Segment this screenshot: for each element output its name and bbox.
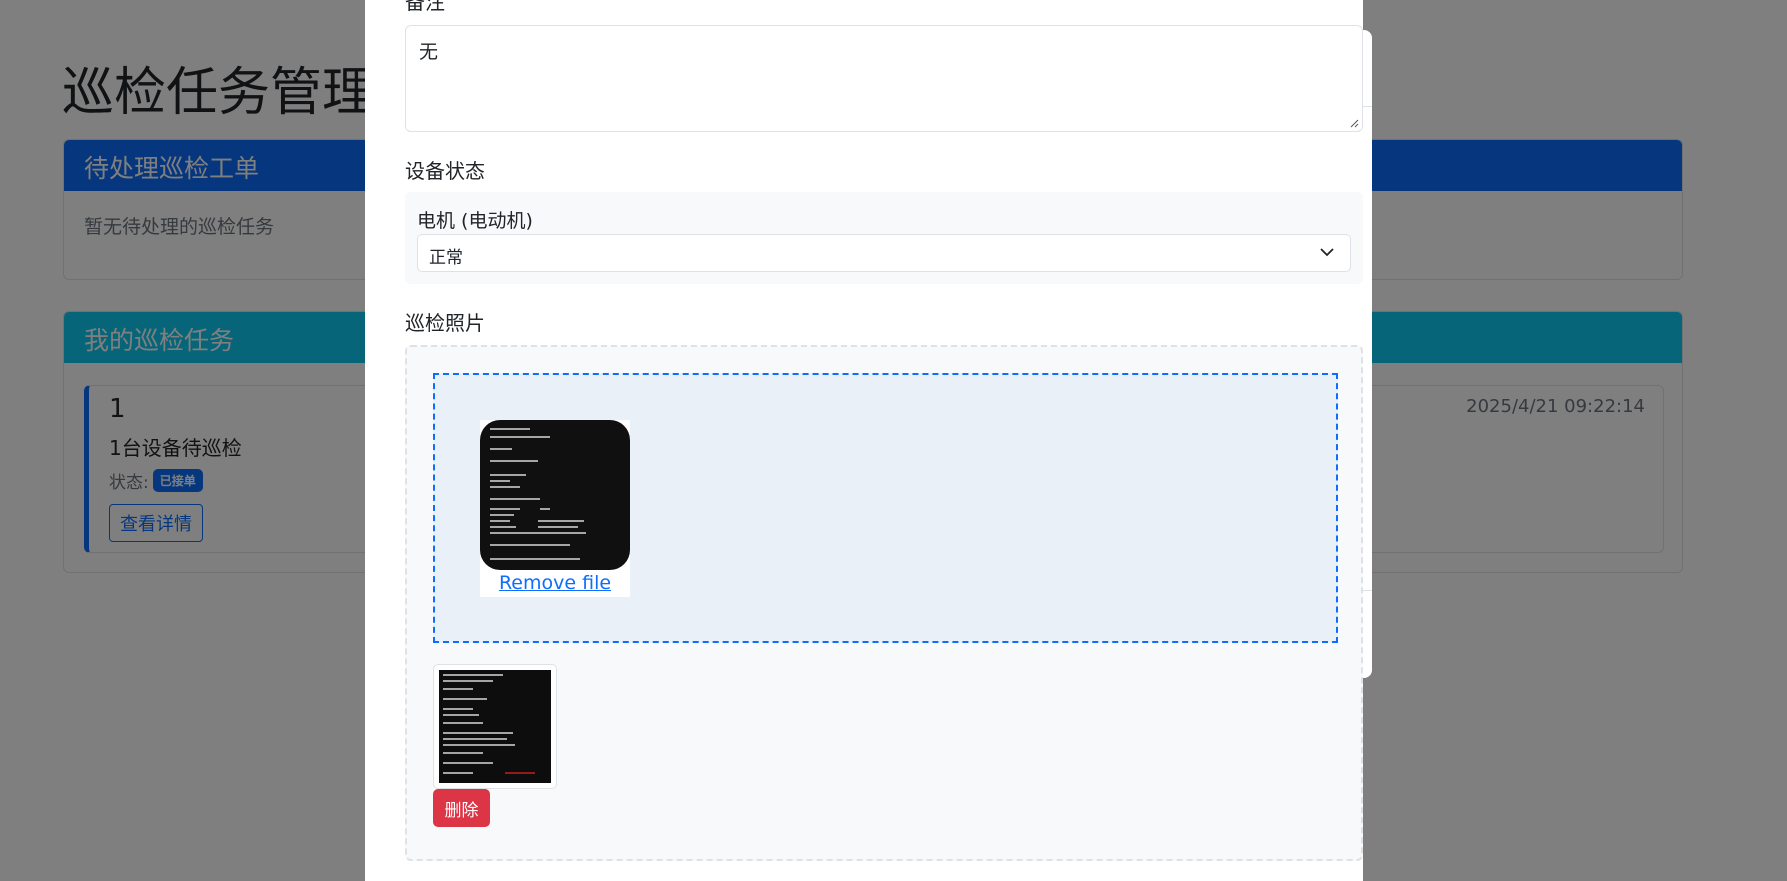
remarks-value: 无 — [419, 41, 439, 63]
remove-file-link[interactable]: Remove file — [480, 572, 630, 594]
photo-upload-area: Remove file 删除 — [405, 345, 1363, 861]
device-status-box: 电机 (电动机) 正常 — [405, 192, 1363, 284]
device-status-label: 设备状态 — [405, 159, 485, 183]
device-status-value: 正常 — [429, 248, 463, 268]
remarks-textarea[interactable]: 无 — [405, 25, 1363, 132]
chevron-down-icon — [1320, 248, 1334, 257]
device-name: 电机 (电动机) — [417, 210, 533, 232]
delete-photo-button[interactable]: 删除 — [433, 789, 490, 827]
dropzone-file-preview: Remove file — [480, 420, 630, 597]
inspection-modal: 备注 无 设备状态 电机 (电动机) 正常 巡检照片 Remove file 删… — [365, 0, 1363, 881]
uploaded-photo-image — [439, 670, 551, 783]
resize-grip-icon[interactable] — [1350, 119, 1359, 128]
uploaded-photo-thumbnail[interactable] — [433, 664, 557, 789]
remarks-label: 备注 — [405, 0, 445, 14]
photo-dropzone[interactable]: Remove file — [433, 373, 1338, 643]
dropzone-thumbnail-image — [480, 420, 630, 570]
device-status-select[interactable]: 正常 — [417, 234, 1351, 272]
photos-label: 巡检照片 — [405, 311, 485, 335]
